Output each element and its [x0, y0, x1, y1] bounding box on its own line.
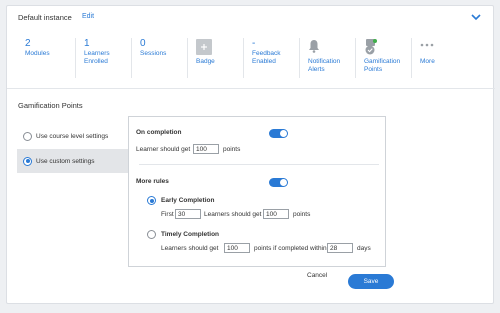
- early-completion-title: Early Completion: [161, 197, 215, 204]
- stat-label: More: [420, 58, 435, 65]
- radio-course-level[interactable]: [23, 131, 32, 141]
- stat-label: Feedback Enabled: [252, 50, 281, 65]
- radio-early-completion[interactable]: [147, 196, 156, 205]
- stat-value: 1: [84, 38, 90, 49]
- radio-timely-completion[interactable]: [147, 230, 156, 239]
- option-label: Use course level settings: [36, 132, 109, 140]
- stat-label: Notification Alerts: [308, 58, 341, 73]
- timely-mid-label: points if completed within: [254, 245, 327, 252]
- bell-icon: [309, 40, 319, 53]
- save-button[interactable]: Save: [348, 274, 394, 289]
- stat-sessions[interactable]: 0 Sessions: [131, 38, 187, 78]
- on-completion-toggle[interactable]: [269, 129, 288, 138]
- divider: [7, 88, 495, 89]
- on-completion-title: On completion: [136, 129, 182, 136]
- radio-custom[interactable]: [23, 156, 32, 166]
- stat-feedback-enabled[interactable]: - Feedback Enabled: [243, 38, 299, 78]
- gamification-points-icon: [365, 39, 377, 55]
- early-mid-label: Learners should get: [204, 211, 262, 218]
- timely-days-input[interactable]: [327, 243, 353, 253]
- on-completion-suffix: points: [223, 146, 241, 153]
- stat-label: Gamification Points: [364, 58, 401, 73]
- stat-modules[interactable]: 2 Modules: [17, 38, 75, 78]
- timely-completion-title: Timely Completion: [161, 231, 220, 238]
- cancel-button[interactable]: Cancel: [307, 272, 327, 279]
- custom-settings-panel: On completion Learner should get points …: [128, 116, 386, 267]
- early-first-input[interactable]: [175, 209, 201, 219]
- early-first-label: First: [161, 211, 174, 218]
- on-completion-points-input[interactable]: [193, 144, 219, 154]
- stat-label: Sessions: [140, 50, 167, 57]
- on-completion-prefix: Learner should get: [136, 146, 191, 153]
- timely-suffix: days: [357, 245, 371, 252]
- badge-icon: [196, 39, 212, 55]
- more-dots-icon: [420, 43, 434, 47]
- stat-learners-enrolled[interactable]: 1 Learners Enrolled: [75, 38, 131, 78]
- early-points-input[interactable]: [263, 209, 289, 219]
- instance-card: Default instance Edit 2 Modules 1 Learne…: [6, 5, 495, 304]
- timely-prefix: Learners should get: [161, 245, 219, 252]
- stat-value: 2: [25, 38, 31, 49]
- option-course-level-settings[interactable]: Use course level settings: [17, 124, 129, 148]
- early-suffix: points: [293, 211, 311, 218]
- stat-label: Learners Enrolled: [84, 50, 110, 65]
- stats-bar: 2 Modules 1 Learners Enrolled 0 Sessions…: [7, 38, 495, 78]
- stat-badge[interactable]: Badge: [187, 38, 243, 78]
- option-custom-settings[interactable]: Use custom settings: [17, 149, 129, 173]
- stat-label: Modules: [25, 50, 50, 57]
- stat-gamification-points[interactable]: Gamification Points: [355, 38, 411, 78]
- option-label: Use custom settings: [36, 157, 95, 165]
- chevron-down-icon[interactable]: [471, 13, 481, 21]
- timely-points-input[interactable]: [224, 243, 250, 253]
- panel-divider: [139, 164, 379, 165]
- stat-value: 0: [140, 38, 146, 49]
- edit-link[interactable]: Edit: [82, 13, 94, 20]
- more-rules-toggle[interactable]: [269, 178, 288, 187]
- instance-title: Default instance: [18, 13, 72, 22]
- stat-more[interactable]: More: [411, 38, 467, 78]
- more-rules-title: More rules: [136, 178, 169, 185]
- stat-label: Badge: [196, 58, 215, 65]
- stat-value: -: [252, 38, 256, 49]
- section-title: Gamification Points: [18, 101, 83, 110]
- stat-notification-alerts[interactable]: Notification Alerts: [299, 38, 355, 78]
